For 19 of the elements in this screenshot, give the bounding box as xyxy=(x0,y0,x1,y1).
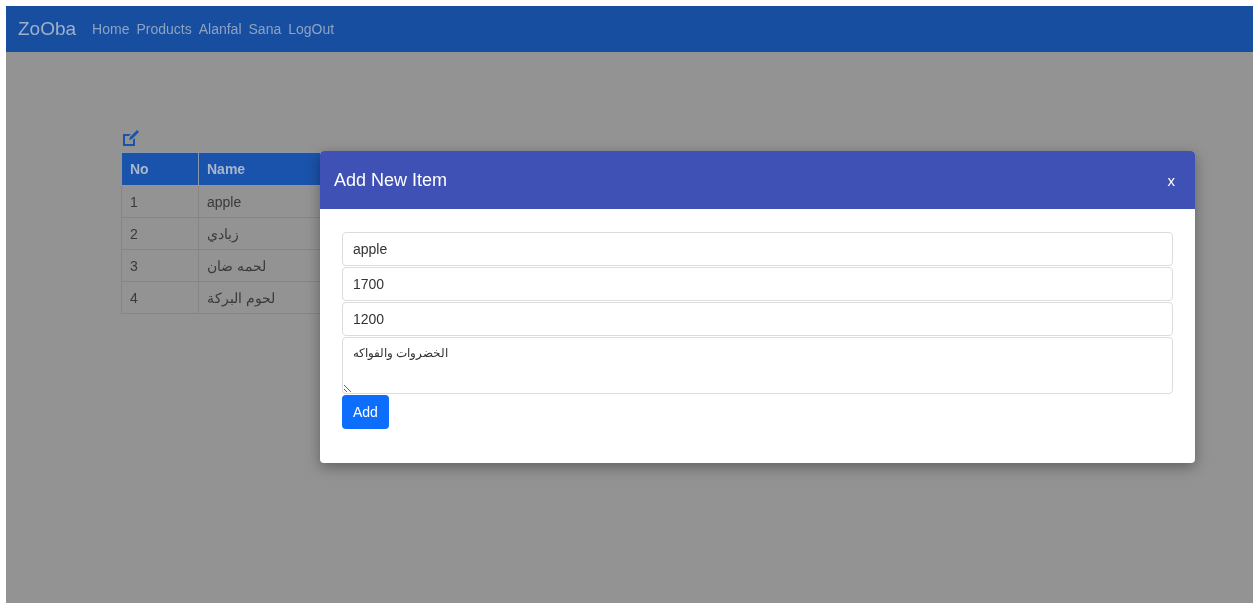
nav-link[interactable]: Products xyxy=(136,21,192,37)
add-button[interactable]: Add xyxy=(342,395,389,429)
nav-link[interactable]: LogOut xyxy=(288,21,335,37)
input-field[interactable]: 1200 xyxy=(342,302,1173,336)
nav-link[interactable]: Alanfal xyxy=(198,21,242,37)
nav-link[interactable]: Sana xyxy=(248,21,282,37)
edit-icon[interactable] xyxy=(121,130,139,148)
table-cell: 1 xyxy=(121,185,199,218)
input-field[interactable]: apple xyxy=(342,232,1173,266)
input-field[interactable]: 1700 xyxy=(342,267,1173,301)
table-cell: 4 xyxy=(121,281,199,314)
text-area[interactable]: الخضروات والفواكه xyxy=(342,337,1173,394)
table-cell: 2 xyxy=(121,217,199,250)
brand-logo[interactable]: ZoOba xyxy=(18,18,77,40)
column-header: No xyxy=(121,152,199,186)
modal-title: Add New Item xyxy=(334,169,448,191)
close-button[interactable]: x xyxy=(1167,171,1175,189)
table-cell: 3 xyxy=(121,249,199,282)
nav-link[interactable]: Home xyxy=(92,21,130,37)
